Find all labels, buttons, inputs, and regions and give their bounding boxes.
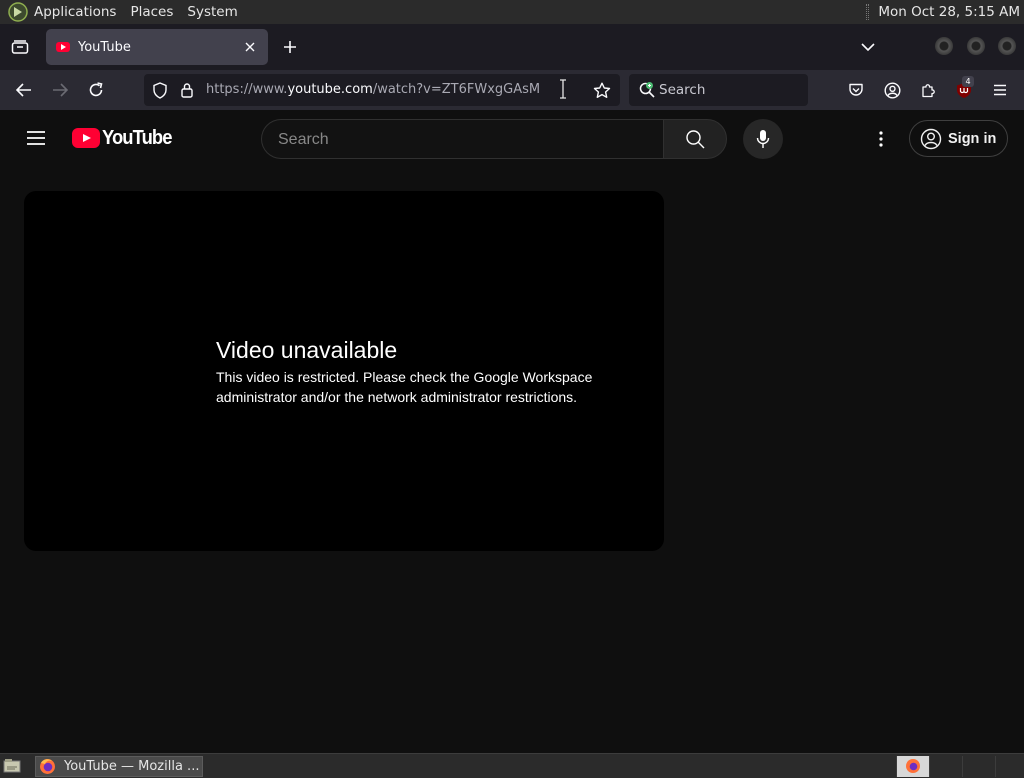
window-close-button[interactable] (998, 37, 1016, 55)
chevron-down-icon (861, 43, 875, 52)
workspace-4[interactable] (995, 756, 1024, 777)
youtube-search-input[interactable] (278, 129, 648, 151)
places-menu[interactable]: Places (130, 4, 173, 20)
url-path: /watch?v=ZT6FWxgGAsM (372, 82, 541, 97)
sign-in-button[interactable]: Sign in (909, 120, 1008, 157)
ublock-count-badge: 4 (962, 76, 974, 87)
text-cursor-icon (560, 79, 566, 99)
system-menu[interactable]: System (187, 4, 237, 20)
arrow-right-icon (53, 83, 68, 97)
new-tab-button[interactable] (280, 37, 300, 57)
firefox-view-icon (11, 40, 29, 54)
youtube-settings-button[interactable] (869, 127, 893, 151)
puzzle-piece-icon (922, 84, 935, 98)
taskbar-window-title: YouTube — Mozilla ... (64, 759, 200, 774)
account-button[interactable] (880, 78, 904, 102)
bookmark-star-button[interactable] (593, 81, 611, 99)
account-icon (883, 81, 901, 99)
youtube-guide-button[interactable] (24, 126, 48, 150)
plus-icon (284, 41, 296, 53)
tab-youtube[interactable]: YouTube (46, 29, 268, 65)
pocket-button[interactable] (844, 78, 868, 102)
more-vertical-icon (879, 131, 883, 147)
navigation-toolbar: https://www.youtube.com/watch?v=ZT6FWxgG… (0, 70, 1024, 110)
url-prefix: https://www. (206, 82, 288, 97)
tab-close-button[interactable] (242, 39, 258, 55)
arrow-left-icon (16, 83, 31, 97)
pocket-icon (849, 83, 863, 96)
workspace-2[interactable] (929, 756, 962, 777)
bottom-panel: YouTube — Mozilla ... (0, 753, 1024, 778)
tab-strip: YouTube (0, 24, 1024, 70)
search-icon (686, 130, 705, 149)
app-menu-button[interactable] (988, 78, 1012, 102)
youtube-search-button[interactable] (663, 119, 727, 159)
youtube-favicon-icon (56, 42, 70, 52)
back-button[interactable] (12, 78, 36, 102)
applications-menu[interactable]: Applications (34, 4, 116, 20)
web-search-placeholder: Search (659, 82, 706, 98)
firefox-icon (40, 759, 55, 774)
hamburger-menu-icon (27, 131, 45, 145)
hamburger-menu-icon (994, 84, 1006, 96)
taskbar-firefox-window[interactable]: YouTube — Mozilla ... (35, 756, 203, 777)
account-circle-icon (920, 128, 942, 149)
close-icon (245, 42, 255, 52)
reload-button[interactable] (84, 78, 108, 102)
search-engine-icon[interactable] (638, 81, 656, 99)
youtube-play-logo-icon (72, 128, 100, 148)
firefox-mini-icon (906, 759, 920, 773)
show-desktop-icon[interactable] (3, 758, 21, 774)
clock[interactable]: Mon Oct 28, 5:15 AM (878, 4, 1020, 20)
url-text[interactable]: https://www.youtube.com/watch?v=ZT6FWxgG… (206, 82, 540, 97)
star-icon (593, 82, 611, 98)
window-minimize-button[interactable] (935, 37, 953, 55)
firefox-view-button[interactable] (0, 24, 40, 70)
youtube-wordmark: YouTube (102, 126, 172, 149)
reload-icon (89, 82, 103, 97)
tracking-protection-shield-icon[interactable] (151, 81, 169, 99)
list-all-tabs-button[interactable] (858, 37, 878, 57)
video-player[interactable]: Video unavailable This video is restrict… (24, 191, 664, 551)
distro-logo-icon[interactable] (8, 2, 28, 22)
tab-title: YouTube (78, 39, 131, 55)
url-domain: youtube.com (287, 82, 373, 97)
web-search-bar[interactable]: Search (629, 74, 808, 106)
sign-in-label: Sign in (948, 130, 997, 147)
forward-button[interactable] (48, 78, 72, 102)
youtube-logo[interactable]: YouTube (72, 126, 178, 149)
extensions-button[interactable] (917, 78, 941, 102)
workspace-3[interactable] (962, 756, 995, 777)
address-bar[interactable]: https://www.youtube.com/watch?v=ZT6FWxgG… (144, 74, 620, 106)
youtube-page: YouTube Search Sign in Video unavailable… (0, 110, 1024, 753)
youtube-masthead: YouTube Search Sign in (0, 110, 1024, 166)
top-panel: Applications Places System Mon Oct 28, 5… (0, 0, 1024, 24)
microphone-icon (756, 130, 770, 148)
error-message: This video is restricted. Please check t… (216, 369, 593, 405)
youtube-search-box (261, 119, 663, 159)
lock-icon[interactable] (178, 81, 196, 99)
voice-search-button[interactable] (743, 119, 783, 159)
workspace-1[interactable] (896, 756, 929, 777)
panel-grip (866, 4, 870, 20)
window-maximize-button[interactable] (967, 37, 985, 55)
error-title: Video unavailable (216, 337, 398, 363)
